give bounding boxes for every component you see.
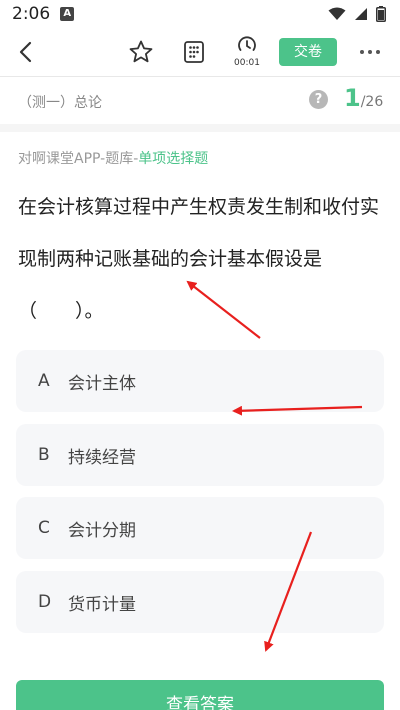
option-d[interactable]: D 货币计量: [16, 571, 384, 633]
notification-icon: A: [60, 7, 75, 21]
question-type: 单项选择题: [138, 151, 209, 167]
top-toolbar: 00:01 交卷: [0, 28, 400, 76]
section-header: （测一）总论 ? 1/26: [0, 78, 400, 124]
option-a[interactable]: A 会计主体: [16, 350, 384, 412]
option-c[interactable]: C 会计分期: [16, 497, 384, 559]
favorite-button[interactable]: [128, 39, 154, 65]
help-icon[interactable]: ?: [309, 90, 328, 109]
progress-current: 1: [344, 84, 361, 112]
divider: [0, 76, 400, 77]
question-source-text: 对啊课堂APP-题库-: [18, 151, 139, 167]
section-title: （测一）总论: [18, 95, 102, 111]
timer-text: 00:01: [234, 58, 260, 68]
answer-sheet-icon: [184, 41, 204, 63]
star-icon: [129, 40, 153, 63]
option-text: 会计主体: [68, 373, 136, 394]
status-indicators: [328, 6, 386, 22]
signal-icon: [355, 8, 367, 20]
answer-sheet-button[interactable]: [181, 39, 207, 65]
question-text: 在会计核算过程中产生权责发生制和收付实现制两种记账基础的会计基本假设是（ ）。: [18, 196, 380, 322]
option-text: 货币计量: [68, 594, 136, 615]
submit-exam-button[interactable]: 交卷: [279, 38, 337, 66]
view-answer-button[interactable]: 查看答案: [16, 680, 384, 710]
status-time: 2:06: [12, 4, 51, 24]
option-text: 会计分期: [68, 520, 136, 541]
timer-icon: [238, 36, 256, 51]
back-arrow-icon: [19, 41, 32, 63]
option-letter: C: [38, 518, 50, 538]
timer-button[interactable]: 00:01: [230, 34, 264, 70]
option-letter: D: [38, 592, 52, 612]
option-b[interactable]: B 持续经营: [16, 424, 384, 486]
option-letter: B: [38, 445, 50, 465]
more-dot-icon: [376, 50, 380, 54]
more-dot-icon: [360, 50, 364, 54]
battery-icon: [376, 6, 386, 22]
question-progress: 1/26: [344, 84, 383, 112]
option-text: 持续经营: [68, 447, 136, 468]
wifi-icon: [328, 7, 346, 20]
option-letter: A: [38, 371, 50, 391]
more-dot-icon: [368, 50, 372, 54]
progress-total: /26: [360, 94, 384, 110]
more-button[interactable]: [355, 41, 385, 63]
section-gap: [0, 124, 400, 132]
back-button[interactable]: [12, 38, 38, 66]
status-bar: 2:06 A: [0, 0, 400, 28]
question-source: 对啊课堂APP-题库-单项选择题: [18, 148, 208, 168]
